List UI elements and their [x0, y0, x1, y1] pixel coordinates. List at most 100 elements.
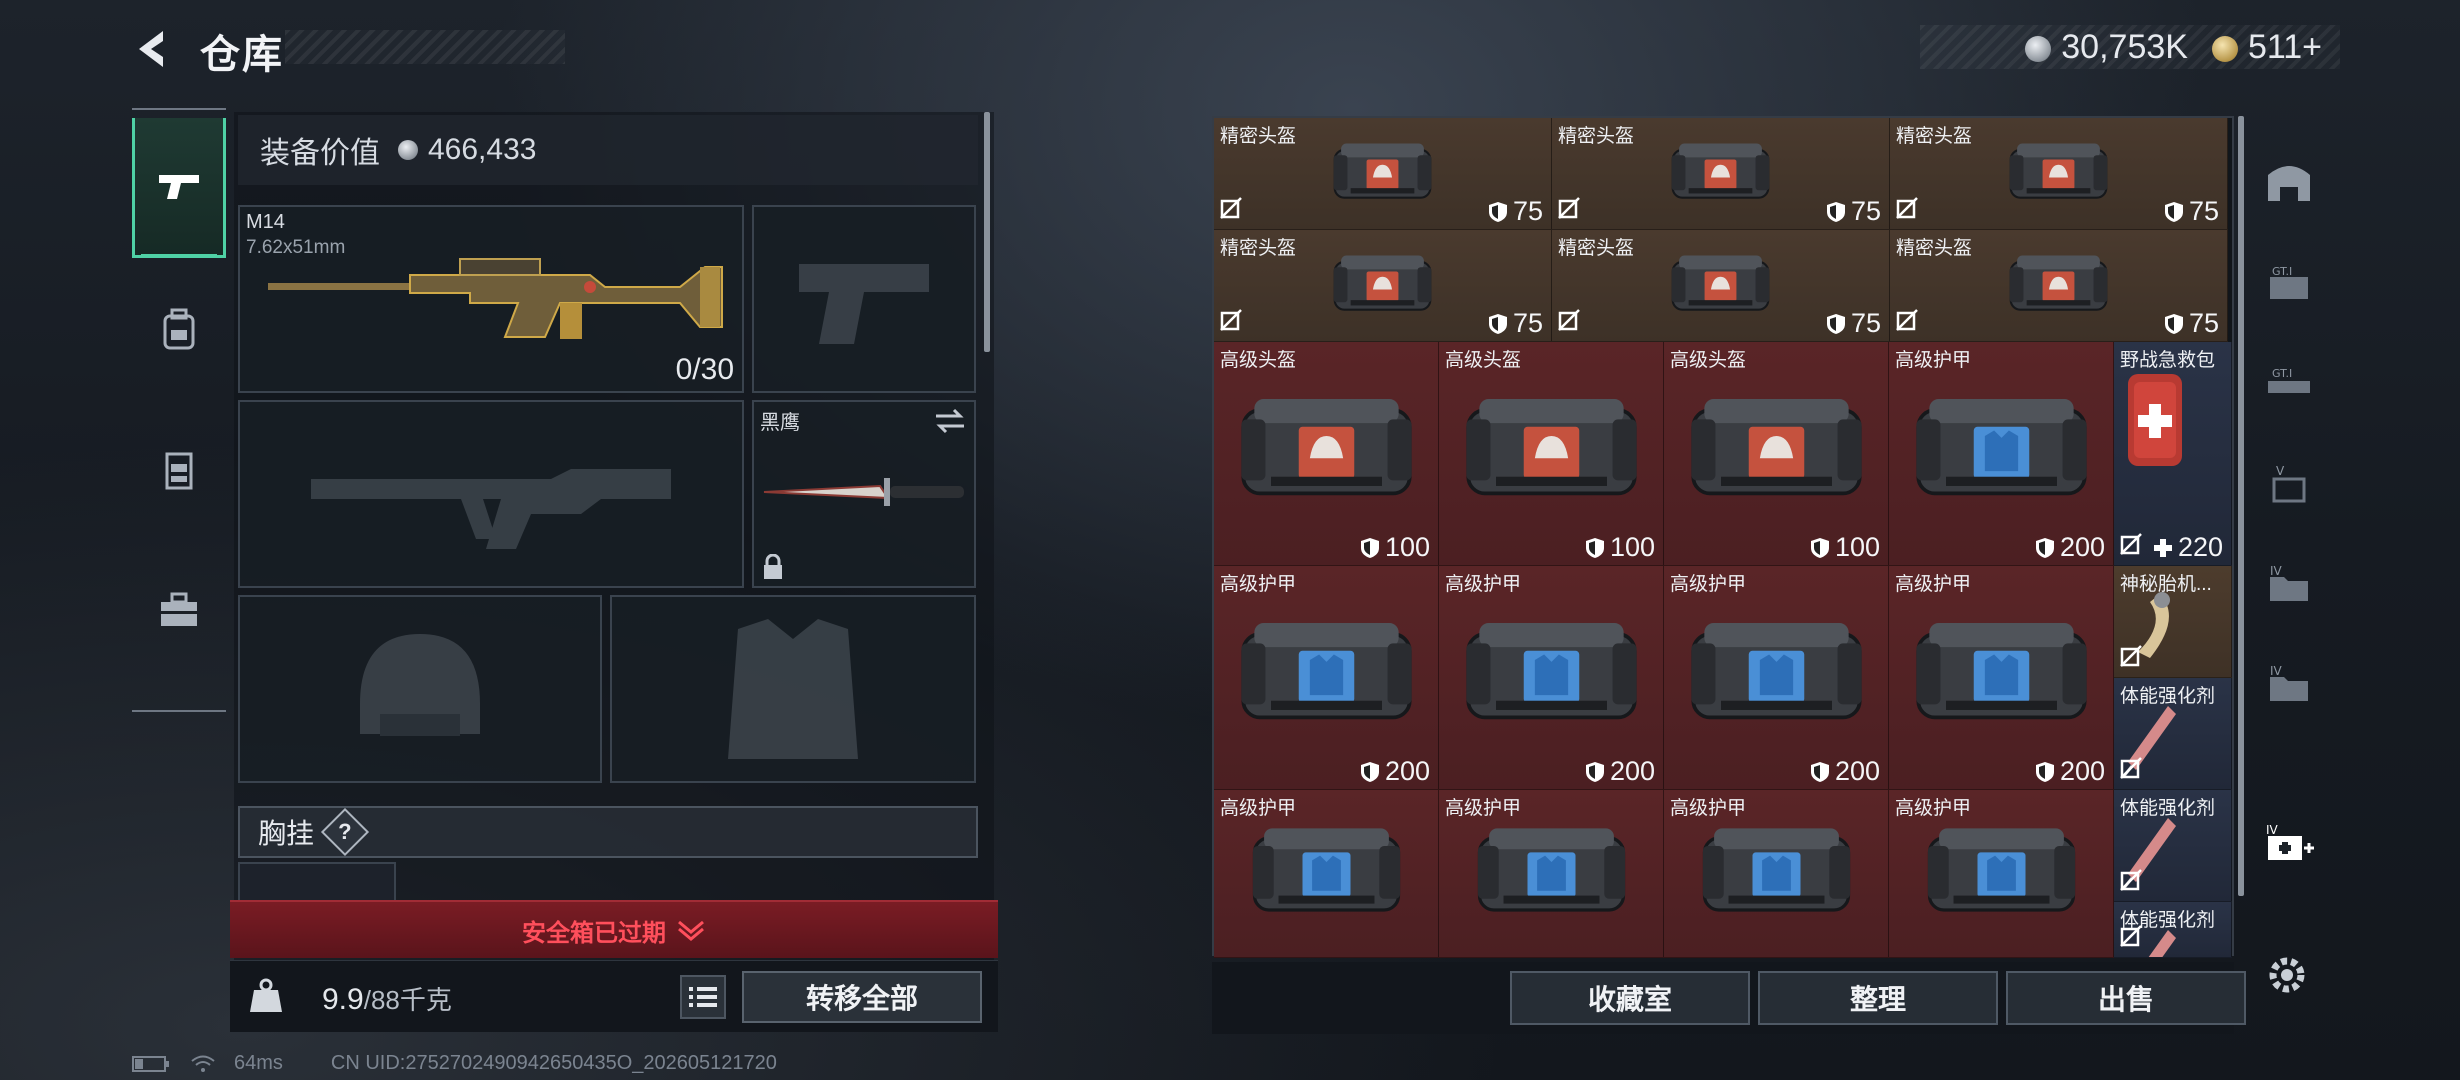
- rifle-icon: [268, 258, 723, 339]
- filter-iv-a[interactable]: IV: [2260, 556, 2318, 614]
- filter-all[interactable]: [2260, 154, 2318, 212]
- inventory-item[interactable]: 高级头盔 100: [1214, 342, 1439, 566]
- melee-slot[interactable]: 黑鹰: [752, 400, 976, 588]
- armor-bag-icon: [1702, 828, 1851, 912]
- inventory-item[interactable]: 高级护甲 200: [1214, 566, 1439, 790]
- inventory-item[interactable]: 高级护甲: [1439, 790, 1664, 958]
- ammo-tier-icon: V: [2272, 464, 2306, 503]
- armor-bag-icon: [1477, 828, 1626, 912]
- sort-button[interactable]: 整理: [1758, 971, 1998, 1025]
- filter-gt1-b[interactable]: GT.I: [2260, 356, 2318, 414]
- pistol-slot[interactable]: [752, 205, 976, 393]
- equipment-scrollbar[interactable]: [984, 112, 990, 352]
- item-name: 高级头盔: [1445, 350, 1522, 371]
- durability-shield-icon: [1585, 537, 1604, 558]
- item-value-text: 220: [2177, 532, 2223, 562]
- filter-iv-medical[interactable]: IV: [2260, 816, 2318, 874]
- item-art: [1234, 814, 1419, 923]
- equipment-value: 装备价值 466,433: [238, 115, 978, 185]
- inventory-item[interactable]: 精密头盔 75: [1552, 230, 1890, 342]
- body-armor-slot[interactable]: [610, 595, 976, 783]
- primary-weapon-slot[interactable]: M14 7.62x51mm 0/30: [238, 205, 744, 393]
- no-insure-icon: [1896, 197, 1918, 219]
- helmet-bag-icon: [1241, 399, 1412, 496]
- no-insure-icon: [1220, 197, 1242, 219]
- gold-coin-icon: [2211, 35, 2238, 62]
- inventory-item[interactable]: 精密头盔 75: [1890, 230, 2228, 342]
- filter-gt1-a[interactable]: GT.I: [2260, 256, 2318, 314]
- durability-shield-icon: [1810, 537, 1829, 558]
- inventory-item[interactable]: 神秘胎机...: [2114, 566, 2232, 678]
- gear-tier-icon: GT.I: [2270, 265, 2308, 299]
- armor-bag-icon: [1466, 623, 1637, 720]
- no-insure-icon: [1220, 309, 1242, 331]
- item-durability: 75: [1826, 308, 1881, 339]
- inventory-item[interactable]: 高级护甲 200: [1889, 566, 2114, 790]
- inventory-item[interactable]: 精密头盔 75: [1890, 118, 2228, 230]
- durability-shield-icon: [1360, 761, 1379, 782]
- gold-currency[interactable]: 511+: [2211, 28, 2322, 67]
- item-art: [1920, 134, 2197, 208]
- no-insure-badge: [2120, 869, 2142, 896]
- inventory-item[interactable]: 高级头盔 100: [1439, 342, 1664, 566]
- inventory-item[interactable]: 体能强化剂: [2114, 790, 2232, 902]
- inventory-item[interactable]: 高级护甲 200: [1889, 342, 2114, 566]
- back-button[interactable]: [130, 24, 180, 74]
- inventory-item[interactable]: 高级护甲: [1664, 790, 1889, 958]
- medkit-icon: [2128, 374, 2182, 466]
- silver-currency[interactable]: 30,753K: [2025, 28, 2188, 67]
- inventory-item[interactable]: 高级护甲 200: [1664, 566, 1889, 790]
- inventory-item[interactable]: 高级护甲: [1889, 790, 2114, 958]
- list-view-button[interactable]: [680, 975, 726, 1019]
- knife-icon: [763, 478, 964, 506]
- item-art: [2120, 364, 2190, 479]
- battery-icon: [132, 1055, 169, 1072]
- medical-tier-icon: IV: [2266, 823, 2314, 860]
- chest-rig-row[interactable]: 胸挂 ?: [238, 806, 978, 858]
- category-armor[interactable]: [132, 400, 226, 540]
- item-name: 高级护甲: [1220, 574, 1297, 595]
- inventory-item[interactable]: 高级护甲 200: [1439, 566, 1664, 790]
- category-sidebar: [132, 108, 226, 712]
- filter-iv-b[interactable]: IV: [2260, 656, 2318, 714]
- inventory-item[interactable]: 精密头盔 75: [1552, 118, 1890, 230]
- collection-room-button[interactable]: 收藏室: [1510, 971, 1750, 1025]
- durability-shield-icon: [1360, 537, 1379, 558]
- equipment-value-amount: 466,433: [428, 133, 537, 166]
- safebox-expired-bar[interactable]: 安全箱已过期: [230, 900, 998, 958]
- helmet-bag-icon: [2009, 143, 2108, 199]
- inventory-scrollbar[interactable]: [2238, 116, 2244, 896]
- item-durability: 100: [1360, 532, 1430, 563]
- uid-readout: CN UID:2752702490942650435O_202605121720: [330, 1052, 777, 1074]
- inventory-item[interactable]: 体能强化剂: [2114, 678, 2232, 790]
- settings-gear-icon[interactable]: [2262, 950, 2312, 1000]
- no-insure-badge: [1558, 197, 1580, 224]
- chest-rig-slot[interactable]: [238, 862, 396, 902]
- inventory-item[interactable]: 高级护甲: [1214, 790, 1439, 958]
- inventory-item[interactable]: 高级头盔 100: [1664, 342, 1889, 566]
- inventory-item[interactable]: 体能强化剂: [2114, 902, 2232, 958]
- weight-current: 9.9: [322, 983, 364, 1016]
- sell-button[interactable]: 出售: [2006, 971, 2246, 1025]
- item-name: 高级护甲: [1670, 574, 1747, 595]
- helmet-bag-icon: [1671, 255, 1770, 311]
- inventory-item[interactable]: 精密头盔 75: [1214, 118, 1552, 230]
- secondary-weapon-slot[interactable]: [238, 400, 744, 588]
- safe-icon: [2268, 166, 2310, 201]
- helmet-bag-icon: [1691, 399, 1862, 496]
- helmet-bag-icon: [1671, 143, 1770, 199]
- inventory-item[interactable]: 野战急救包 220: [2114, 342, 2232, 566]
- item-name: 高级护甲: [1445, 574, 1522, 595]
- filter-v[interactable]: V: [2260, 456, 2318, 514]
- inventory-item[interactable]: 精密头盔 75: [1214, 230, 1552, 342]
- helmet-slot[interactable]: [238, 595, 602, 783]
- transfer-all-button[interactable]: 转移全部: [742, 971, 982, 1023]
- svg-text:V: V: [2276, 464, 2285, 478]
- safebox-expired-text: 安全箱已过期: [522, 919, 666, 947]
- help-icon[interactable]: ?: [320, 807, 370, 857]
- category-backpack[interactable]: [132, 260, 226, 400]
- category-tools[interactable]: [132, 540, 226, 680]
- category-weapons[interactable]: [132, 118, 226, 258]
- weapon-name: M14: [246, 211, 285, 233]
- swap-icon[interactable]: [934, 408, 966, 434]
